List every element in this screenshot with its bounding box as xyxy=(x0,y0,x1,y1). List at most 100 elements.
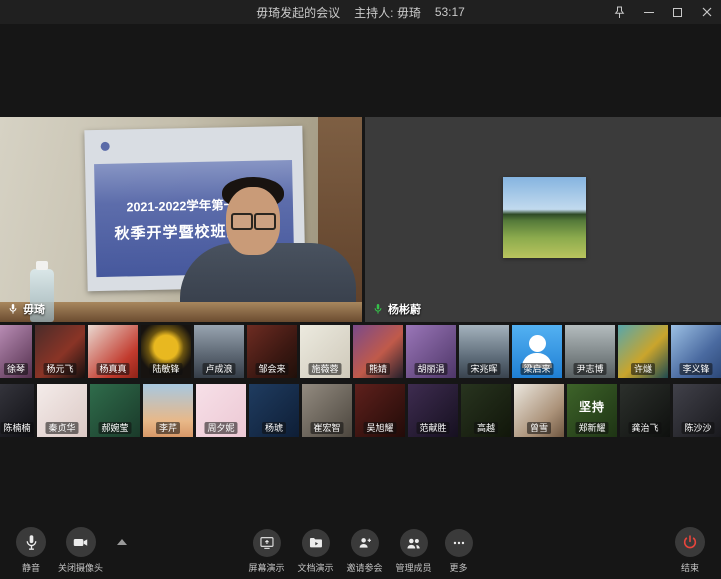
participant-name: 周夕妮 xyxy=(204,422,237,434)
participant-name: 李义锋 xyxy=(679,363,712,375)
invite-person-icon xyxy=(357,535,373,551)
meeting-toolbar: 静音 关闭摄像头 屏幕演示 文档演示 xyxy=(0,530,721,579)
manage-members-button[interactable]: 管理成员 xyxy=(396,529,432,574)
mute-button[interactable]: 静音 xyxy=(16,527,46,574)
end-meeting-button[interactable]: 结束 xyxy=(675,527,705,574)
participant-thumbnail[interactable]: 李义锋 xyxy=(671,325,721,378)
participant-thumbnail[interactable]: 崔宏智 xyxy=(302,384,352,437)
titlebar: 毋琦发起的会议 主持人: 毋琦 53:17 xyxy=(0,0,721,24)
participant-thumbnail[interactable]: 陈沙沙 xyxy=(673,384,721,437)
screen-share-label: 屏幕演示 xyxy=(248,561,284,574)
screen-share-button[interactable]: 屏幕演示 xyxy=(248,529,284,574)
video-feed-secondary[interactable]: 杨彬蔚 xyxy=(365,117,721,322)
camera-icon xyxy=(72,534,89,551)
participant-name: 徐琴 xyxy=(4,363,28,375)
participant-name: 秦贞华 xyxy=(45,422,78,434)
more-button[interactable]: 更多 xyxy=(445,529,473,574)
participant-thumbnail[interactable]: 李芹 xyxy=(143,384,193,437)
participant-name: 曾雪 xyxy=(527,422,551,434)
folder-icon xyxy=(307,535,323,551)
participant-thumbnail[interactable]: 许燧 xyxy=(618,325,668,378)
person-glasses xyxy=(231,213,276,228)
power-icon xyxy=(682,534,698,550)
participant-thumbnail[interactable]: 杨真真 xyxy=(88,325,138,378)
end-label: 结束 xyxy=(681,561,699,574)
participant-name: 高越 xyxy=(474,422,498,434)
participant-thumbnail[interactable]: 曾雪 xyxy=(514,384,564,437)
participant-thumbnail[interactable]: 梁启来 xyxy=(512,325,562,378)
participant-thumbnail[interactable]: 吴旭耀 xyxy=(355,384,405,437)
close-button[interactable] xyxy=(692,0,721,24)
participant-thumbnail[interactable]: 坚持 郑新耀 xyxy=(567,384,617,437)
participant-thumbnail[interactable]: 范献胜 xyxy=(408,384,458,437)
participant-name: 龚治飞 xyxy=(628,422,661,434)
participant-thumbnail[interactable]: 杨元飞 xyxy=(35,325,85,378)
host-label: 主持人: 毋琦 xyxy=(354,4,421,21)
secondary-name-tag: 杨彬蔚 xyxy=(373,301,421,317)
participant-thumbnail[interactable]: 胡丽涓 xyxy=(406,325,456,378)
participant-thumbnail[interactable]: 尹志博 xyxy=(565,325,615,378)
participant-name: 陆敏锋 xyxy=(149,363,182,375)
participant-row-1: 徐琴 杨元飞 杨真真 陆敏锋 卢成浪 xyxy=(0,325,721,378)
meeting-title: 毋琦发起的会议 xyxy=(256,4,340,21)
participant-thumbnail[interactable]: 陆敏锋 xyxy=(141,325,191,378)
maximize-button[interactable] xyxy=(663,0,692,24)
members-icon xyxy=(405,535,422,552)
participant-thumbnail[interactable]: 徐琴 xyxy=(0,325,32,378)
doc-share-button[interactable]: 文档演示 xyxy=(297,529,333,574)
participant-name: 胡丽涓 xyxy=(414,363,447,375)
screen-share-icon xyxy=(258,535,274,551)
participant-name: 卢成浪 xyxy=(202,363,235,375)
participant-name: 陈楠楠 xyxy=(0,422,33,434)
mic-icon xyxy=(8,303,18,315)
participant-name: 杨元飞 xyxy=(43,363,76,375)
toolbar-left-group: 静音 关闭摄像头 xyxy=(16,527,127,574)
participant-thumbnail[interactable]: 高越 xyxy=(461,384,511,437)
participant-row-2: 陈楠楠 秦贞华 郝婉莹 李芹 周夕妮 xyxy=(0,384,721,437)
participant-name: 范献胜 xyxy=(416,422,449,434)
participant-thumbnail[interactable]: 龚治飞 xyxy=(620,384,670,437)
active-mic-icon xyxy=(373,303,383,315)
camera-label: 关闭摄像头 xyxy=(58,561,103,574)
participant-name: 郑新耀 xyxy=(575,422,608,434)
meeting-timer: 53:17 xyxy=(435,5,465,19)
participant-thumbnail[interactable]: 周夕妮 xyxy=(196,384,246,437)
more-dots-icon xyxy=(451,535,467,551)
camera-options-arrow-icon[interactable] xyxy=(117,539,127,545)
participant-name: 吴旭耀 xyxy=(363,422,396,434)
participant-thumbnail[interactable]: 邹会来 xyxy=(247,325,297,378)
participant-name: 梁启来 xyxy=(520,363,553,375)
camera-button[interactable]: 关闭摄像头 xyxy=(58,527,103,574)
participant-thumbnail[interactable]: 卢成浪 xyxy=(194,325,244,378)
participant-thumbnail[interactable]: 秦贞华 xyxy=(37,384,87,437)
toolbar-right-group: 结束 xyxy=(675,527,705,574)
landscape-photo xyxy=(503,177,586,258)
participant-thumbnail[interactable]: 施薇蓉 xyxy=(300,325,350,378)
meeting-window: 毋琦发起的会议 主持人: 毋琦 53:17 2021-2022学年第一学期 秋季… xyxy=(0,0,721,579)
participant-thumbnail[interactable]: 宋兆晖 xyxy=(459,325,509,378)
room-table xyxy=(0,302,362,322)
participant-name: 邹会来 xyxy=(255,363,288,375)
host-name: 毋琦 xyxy=(23,301,45,317)
pin-icon[interactable] xyxy=(605,0,634,24)
doc-share-label: 文档演示 xyxy=(297,561,333,574)
participant-thumbnail[interactable]: 熊婧 xyxy=(353,325,403,378)
window-controls xyxy=(605,0,721,24)
video-feed-host[interactable]: 2021-2022学年第一学期 秋季开学暨校班主任会 毋琦 xyxy=(0,117,362,322)
participant-name: 陈沙沙 xyxy=(681,422,714,434)
more-label: 更多 xyxy=(450,561,468,574)
participant-name: 杨真真 xyxy=(96,363,129,375)
invite-label: 邀请参会 xyxy=(347,561,383,574)
members-label: 管理成员 xyxy=(396,561,432,574)
mute-label: 静音 xyxy=(22,561,40,574)
participant-thumbnail[interactable]: 陈楠楠 xyxy=(0,384,34,437)
participant-thumbnail[interactable]: 杨琥 xyxy=(249,384,299,437)
participant-name: 施薇蓉 xyxy=(308,363,341,375)
invite-button[interactable]: 邀请参会 xyxy=(347,529,383,574)
participant-name: 熊婧 xyxy=(366,363,390,375)
minimize-button[interactable] xyxy=(634,0,663,24)
mic-icon xyxy=(24,534,39,551)
participant-name: 宋兆晖 xyxy=(467,363,500,375)
participant-thumbnail[interactable]: 郝婉莹 xyxy=(90,384,140,437)
participant-name: 尹志博 xyxy=(573,363,606,375)
